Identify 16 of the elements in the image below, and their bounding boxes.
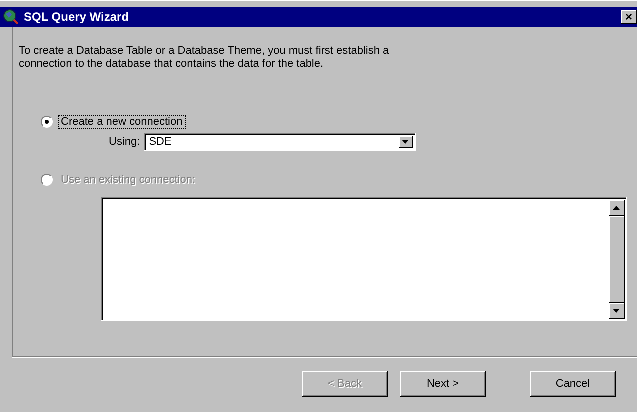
down-arrow-icon (613, 308, 621, 314)
connection-dropdown[interactable]: SDE (144, 133, 416, 151)
wizard-button[interactable]: Next > (400, 371, 486, 397)
scroll-up-button[interactable] (609, 200, 625, 216)
globe-icon (3, 9, 19, 25)
radio-button[interactable] (41, 116, 53, 128)
close-button[interactable]: × (621, 10, 637, 24)
using-label: Using: (109, 136, 140, 148)
scroll-down-button[interactable] (609, 303, 625, 319)
window-title: SQL Query Wizard (24, 10, 130, 24)
up-arrow-icon (613, 206, 621, 210)
radio-label[interactable]: Create a new connection (58, 115, 186, 129)
intro-text: To create a Database Table or a Database Theme, you must first establish a connection to the database that contains the data for the table. (19, 45, 390, 71)
wizard-button[interactable]: Cancel (530, 371, 616, 397)
scrollbar[interactable] (609, 200, 625, 319)
connection-list[interactable] (101, 197, 627, 321)
